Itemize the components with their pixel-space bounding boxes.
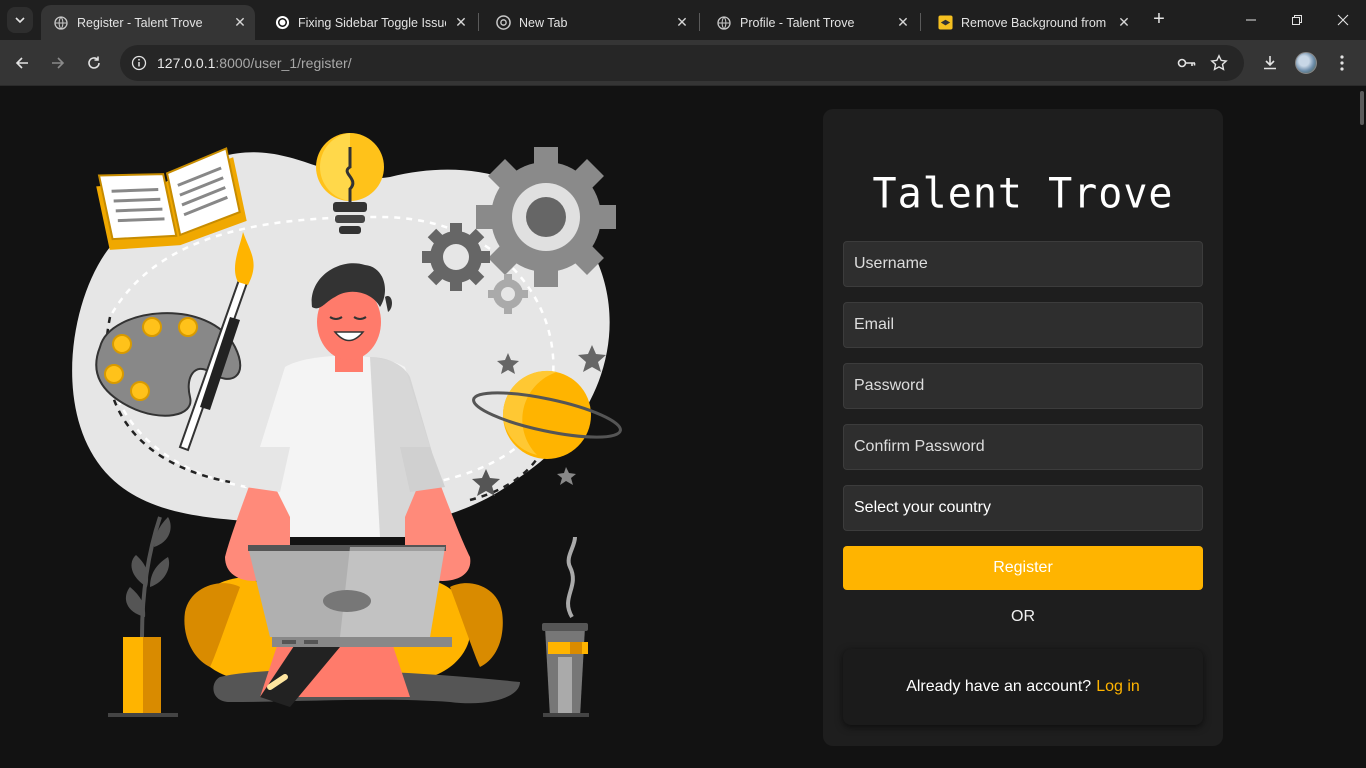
page-content: Talent Trove Select your country Registe… [0, 87, 1366, 768]
coffee-cup-icon [542, 536, 589, 717]
register-button[interactable]: Register [843, 546, 1203, 590]
tab-search-button[interactable] [7, 7, 33, 33]
app-logo: Talent Trove [872, 169, 1174, 219]
close-window-button[interactable] [1320, 0, 1366, 40]
password-input[interactable] [854, 377, 1192, 395]
site-info-icon[interactable] [128, 53, 150, 73]
tab-profile[interactable]: Profile - Talent Trove ✕ [704, 5, 918, 40]
url-path: :8000/user_1/register/ [215, 55, 352, 71]
download-icon [1264, 56, 1276, 70]
close-icon [1337, 14, 1349, 26]
globe-icon [716, 15, 732, 31]
openai-icon [274, 15, 290, 31]
tab-new-tab[interactable]: New Tab ✕ [483, 5, 697, 40]
new-tab-button[interactable]: + [1148, 9, 1170, 31]
close-icon[interactable]: ✕ [452, 14, 470, 32]
register-card: Talent Trove Select your country Registe… [823, 109, 1223, 746]
confirm-password-input[interactable] [854, 438, 1192, 456]
close-icon[interactable]: ✕ [894, 14, 912, 32]
globe-icon [53, 15, 69, 31]
hero-illustration [72, 133, 622, 717]
password-field[interactable] [843, 363, 1203, 409]
close-icon[interactable]: ✕ [673, 14, 691, 32]
or-divider: OR [1011, 608, 1035, 625]
tab-separator [699, 13, 700, 31]
password-key-icon[interactable] [1176, 53, 1198, 73]
close-icon[interactable]: ✕ [231, 14, 249, 32]
email-field[interactable] [843, 302, 1203, 348]
tab-remove-background[interactable]: Remove Background from Im ✕ [925, 5, 1139, 40]
back-button[interactable] [7, 48, 37, 78]
url-host: 127.0.0.1 [157, 55, 216, 71]
scrollbar[interactable] [1360, 91, 1364, 125]
removebg-icon [937, 15, 953, 31]
downloads-button[interactable] [1255, 48, 1285, 78]
tab-title: Profile - Talent Trove [740, 15, 855, 30]
username-field[interactable] [843, 241, 1203, 287]
tab-title: New Tab [519, 15, 568, 30]
tab-separator [478, 13, 479, 31]
tab-title: Register - Talent Trove [77, 15, 203, 30]
arrow-left-icon [15, 57, 28, 69]
chrome-icon [495, 15, 511, 31]
gear-icon [476, 147, 616, 287]
chevron-down-icon [15, 17, 25, 24]
country-select[interactable]: Select your country [843, 485, 1203, 531]
reload-button[interactable] [79, 48, 109, 78]
tab-register[interactable]: Register - Talent Trove ✕ [41, 5, 255, 40]
tab-title: Fixing Sidebar Toggle Issue [298, 15, 446, 30]
profile-button[interactable] [1291, 48, 1321, 78]
country-select-value: Select your country [854, 499, 991, 516]
confirm-password-field[interactable] [843, 424, 1203, 470]
minimize-icon [1246, 19, 1256, 21]
plant-illustration [108, 516, 178, 717]
restore-icon [1292, 15, 1302, 25]
restore-button[interactable] [1274, 0, 1320, 40]
gear-icon [422, 223, 490, 291]
bookmark-star-icon[interactable] [1208, 53, 1230, 73]
username-input[interactable] [854, 255, 1192, 273]
have-account-text: Already have an account? [906, 678, 1092, 695]
menu-button[interactable] [1327, 48, 1357, 78]
tab-strip: Register - Talent Trove ✕ Fixing Sidebar… [0, 0, 1366, 40]
address-bar[interactable]: 127.0.0.1:8000/user_1/register/ [120, 45, 1244, 81]
login-link[interactable]: Log in [1096, 678, 1140, 696]
browser-toolbar: 127.0.0.1:8000/user_1/register/ [0, 40, 1366, 86]
tab-separator [920, 13, 921, 31]
close-icon[interactable]: ✕ [1115, 14, 1133, 32]
forward-button[interactable] [43, 48, 73, 78]
login-prompt: Already have an account? Log in [843, 649, 1203, 725]
email-input[interactable] [854, 316, 1192, 334]
more-vert-icon [1340, 55, 1344, 71]
tab-fixing-sidebar[interactable]: Fixing Sidebar Toggle Issue ✕ [262, 5, 476, 40]
arrow-right-icon [52, 57, 65, 69]
reload-icon [88, 56, 100, 69]
minimize-button[interactable] [1228, 0, 1274, 40]
url-text[interactable]: 127.0.0.1:8000/user_1/register/ [157, 55, 352, 71]
avatar [1295, 52, 1317, 74]
tab-title: Remove Background from Im [961, 15, 1109, 30]
